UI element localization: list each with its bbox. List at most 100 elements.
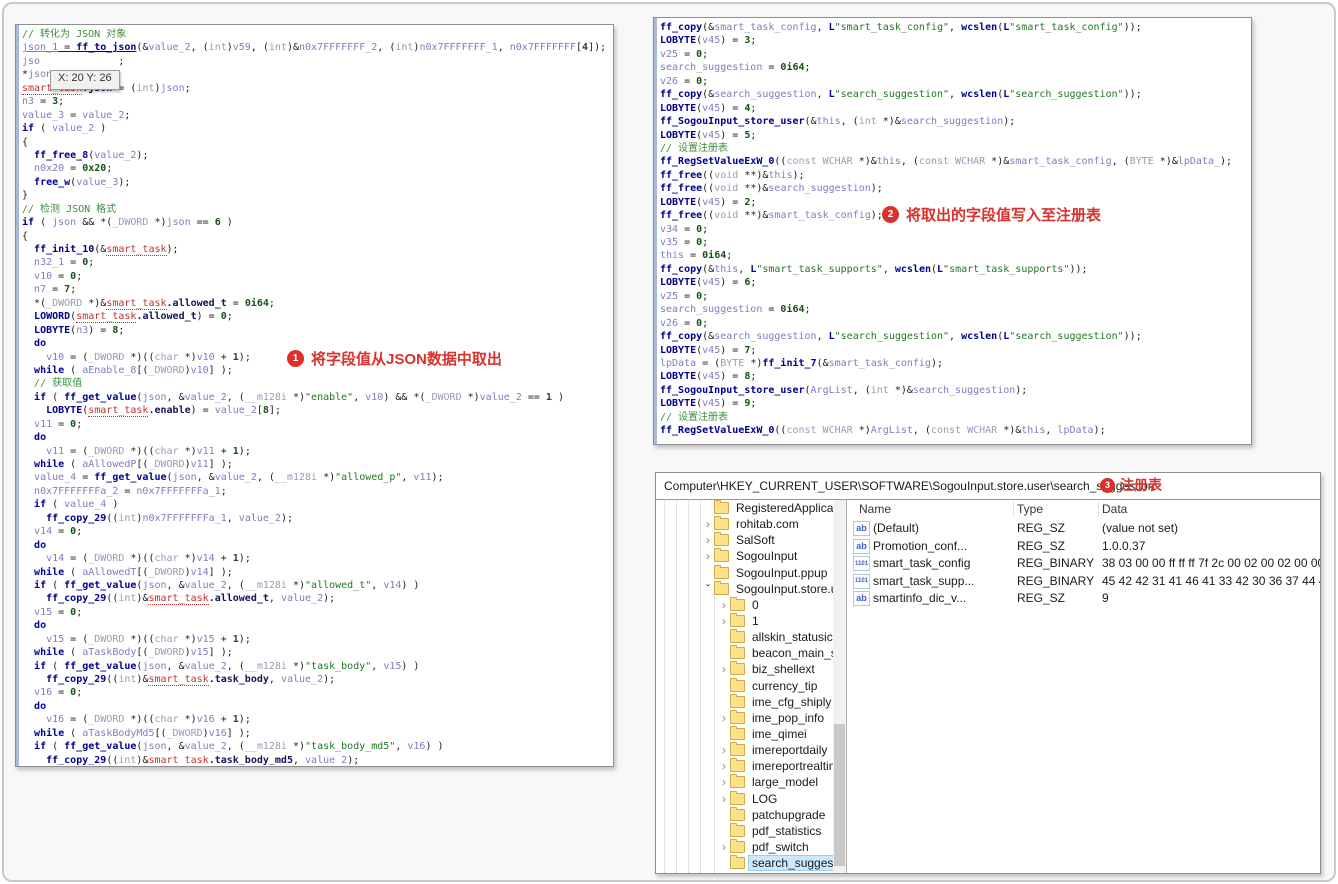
chevron-right-icon[interactable]: › — [718, 615, 730, 627]
tree-item-label[interactable]: beacon_main_switch — [749, 646, 833, 660]
folder-icon — [730, 709, 745, 724]
chevron-right-icon[interactable]: › — [718, 663, 730, 675]
annotation-2-text: 将取出的字段值写入至注册表 — [906, 207, 1102, 224]
tree-item-imereportrealtime[interactable]: › imereportrealtime — [656, 758, 833, 774]
chevron-right-icon[interactable]: › — [718, 841, 730, 853]
tree-item-allskin-statusiconstatis[interactable]: allskin_statusiconstatis — [656, 629, 833, 645]
code-line: if ( value_4 ) — [34, 499, 119, 511]
tree-item-label[interactable]: imereportdaily — [749, 743, 830, 757]
registry-path-bar[interactable]: Computer\HKEY_CURRENT_USER\SOFTWARE\Sogo… — [656, 473, 1320, 500]
code-line: v25 = 0; — [660, 48, 709, 60]
registry-value-row[interactable]: 1101 smart_task_supp... REG_BINARY 45 42 42… — [847, 573, 1320, 591]
tree-item-label[interactable]: SogouInput.store.user — [733, 582, 833, 596]
tree-item-sogouinput-store-user[interactable]: ˇ SogouInput.store.user — [656, 580, 833, 597]
folder-icon — [730, 645, 745, 660]
chevron-right-icon[interactable]: › — [702, 534, 714, 546]
code-line: jso ; — [22, 55, 125, 67]
tree-item-sogouinput[interactable]: › SogouInput — [656, 548, 833, 564]
tree-item-label[interactable]: SalSoft — [733, 533, 778, 547]
folder-icon — [714, 516, 729, 531]
code-line: if ( ff_get_value(json, &value_2, (__m12… — [34, 391, 564, 403]
code-line: ff_free_8(value_2); — [34, 149, 149, 161]
tree-item-label[interactable]: LOG — [749, 792, 780, 806]
folder-icon — [730, 613, 745, 628]
tree-item-search-suggestion[interactable]: search_suggestion — [656, 855, 833, 872]
column-separator[interactable] — [1013, 502, 1014, 517]
ida-pseudocode-panel-registry-write: ff_copy(&smart_task_config, L"smart_task… — [653, 17, 1252, 445]
tree-item-label[interactable]: pdf_switch — [749, 840, 812, 854]
tree-item-pdf-switch[interactable]: › pdf_switch — [656, 839, 833, 855]
tree-item-label[interactable]: search_suggestion — [748, 855, 833, 872]
tree-item-ime-cfg-shiply[interactable]: ime_cfg_shiply — [656, 693, 833, 710]
tree-item-pdf-statistics[interactable]: pdf_statistics — [656, 822, 833, 839]
tree-item-label[interactable]: SogouInput.ppup — [733, 566, 830, 580]
tree-item-imereportdaily[interactable]: › imereportdaily — [656, 742, 833, 758]
tree-item-label[interactable]: allskin_statusiconstatis — [749, 630, 833, 644]
tree-item-ime-pop-info[interactable]: › ime_pop_info — [656, 709, 833, 726]
chevron-right-icon[interactable]: › — [718, 744, 730, 756]
tree-item-log[interactable]: › LOG — [656, 790, 833, 807]
registry-value-row[interactable]: ab Promotion_conf... REG_SZ 1.0.0.37 — [847, 538, 1320, 556]
tree-item-large-model[interactable]: › large_model — [656, 774, 833, 790]
column-header-type[interactable]: Type — [1017, 502, 1043, 516]
registry-value-row[interactable]: 1101 smart_task_config REG_BINARY 38 03 00 … — [847, 555, 1320, 573]
folder-icon — [730, 790, 745, 805]
tree-item-label[interactable]: ime_qimei — [749, 727, 810, 741]
tree-item-beacon-main-switch[interactable]: beacon_main_switch — [656, 645, 833, 661]
tree-item-biz-shellext[interactable]: › biz_shellext — [656, 661, 833, 677]
tree-item-rohitab-com[interactable]: › rohitab.com — [656, 516, 833, 532]
code-line: value_3 = value_2; — [22, 109, 131, 121]
tree-item-label[interactable]: ime_pop_info — [749, 711, 827, 725]
tree-item-sogouinput-ppup[interactable]: SogouInput.ppup — [656, 564, 833, 581]
tree-item-patchupgrade[interactable]: patchupgrade — [656, 806, 833, 823]
tree-item-registeredapplications[interactable]: RegisteredApplications — [656, 500, 833, 516]
chevron-right-icon[interactable]: › — [702, 518, 714, 530]
tree-item-label[interactable]: pdf_statistics — [749, 824, 824, 838]
code-line: do — [34, 700, 47, 712]
cursor-position-tooltip: X: 20 Y: 26 — [50, 70, 120, 90]
folder-icon — [730, 774, 745, 789]
column-header-name[interactable]: Name — [859, 502, 891, 516]
tree-item-ime-qimei[interactable]: ime_qimei — [656, 726, 833, 742]
annotation-3-text: 注册表 — [1120, 477, 1162, 493]
code-line: ff_init_10(&smart_task); — [34, 244, 179, 256]
tree-item-label[interactable]: rohitab.com — [733, 517, 802, 531]
registry-value-row[interactable]: ab smartinfo_dic_v... REG_SZ 9 — [847, 590, 1320, 608]
tree-item-currency-tip[interactable]: currency_tip — [656, 677, 833, 694]
chevron-right-icon[interactable]: › — [718, 776, 730, 788]
tree-item-label[interactable]: RegisteredApplications — [733, 501, 833, 515]
tree-item-salsoft[interactable]: › SalSoft — [656, 532, 833, 548]
tree-item-label[interactable]: currency_tip — [749, 679, 820, 693]
annotation-1: 1 将字段值从JSON数据中取出 — [287, 348, 502, 369]
tree-item-label[interactable]: imereportrealtime — [749, 759, 833, 773]
tree-item-0[interactable]: › 0 — [656, 596, 833, 613]
registry-value-row[interactable]: ab (Default) REG_SZ (value not set) — [847, 520, 1320, 538]
tree-scrollbar[interactable] — [833, 500, 846, 873]
tree-item-label[interactable]: ime_cfg_shiply — [749, 695, 833, 709]
tree-item-label[interactable]: large_model — [749, 775, 821, 789]
values-header-row[interactable]: Name Type Data — [847, 500, 1320, 520]
chevron-right-icon[interactable]: › — [718, 760, 730, 772]
column-header-data[interactable]: Data — [1102, 502, 1127, 516]
tree-item-label[interactable]: 0 — [749, 598, 762, 612]
ida-pseudocode-panel-json-parse: // 转化为 JSON 对象 json_1 = ff_to_json(&value… — [15, 24, 614, 767]
registry-values-pane: Name Type Data ab (Default) REG_SZ (value n… — [846, 500, 1320, 873]
chevron-right-icon[interactable]: › — [718, 599, 730, 611]
tree-item-label[interactable]: SogouInput — [733, 549, 800, 563]
chevron-right-icon[interactable]: › — [702, 550, 714, 562]
code-line: while ( aAllowedP[(_DWORD)v11] ); — [34, 459, 233, 470]
folder-icon — [730, 806, 745, 821]
screenshot-frame: // 转化为 JSON 对象 json_1 = ff_to_json(&value… — [2, 2, 1336, 882]
code-line: if ( value_2 ) — [22, 123, 107, 135]
code-line: v15 = 0; — [34, 606, 83, 618]
tree-item-label[interactable]: 1 — [749, 614, 762, 628]
tree-item-label[interactable]: biz_shellext — [749, 662, 818, 676]
chevron-right-icon[interactable]: › — [718, 712, 730, 724]
chevron-down-icon[interactable]: ˇ — [702, 583, 714, 595]
column-separator[interactable] — [1098, 502, 1099, 517]
chevron-right-icon[interactable]: › — [718, 793, 730, 805]
tree-scrollbar-thumb[interactable] — [834, 723, 845, 866]
code-line: v16 = (_DWORD *)((char *)v16 + 1); — [46, 714, 251, 726]
tree-item-1[interactable]: › 1 — [656, 613, 833, 629]
tree-item-label[interactable]: patchupgrade — [749, 808, 828, 822]
